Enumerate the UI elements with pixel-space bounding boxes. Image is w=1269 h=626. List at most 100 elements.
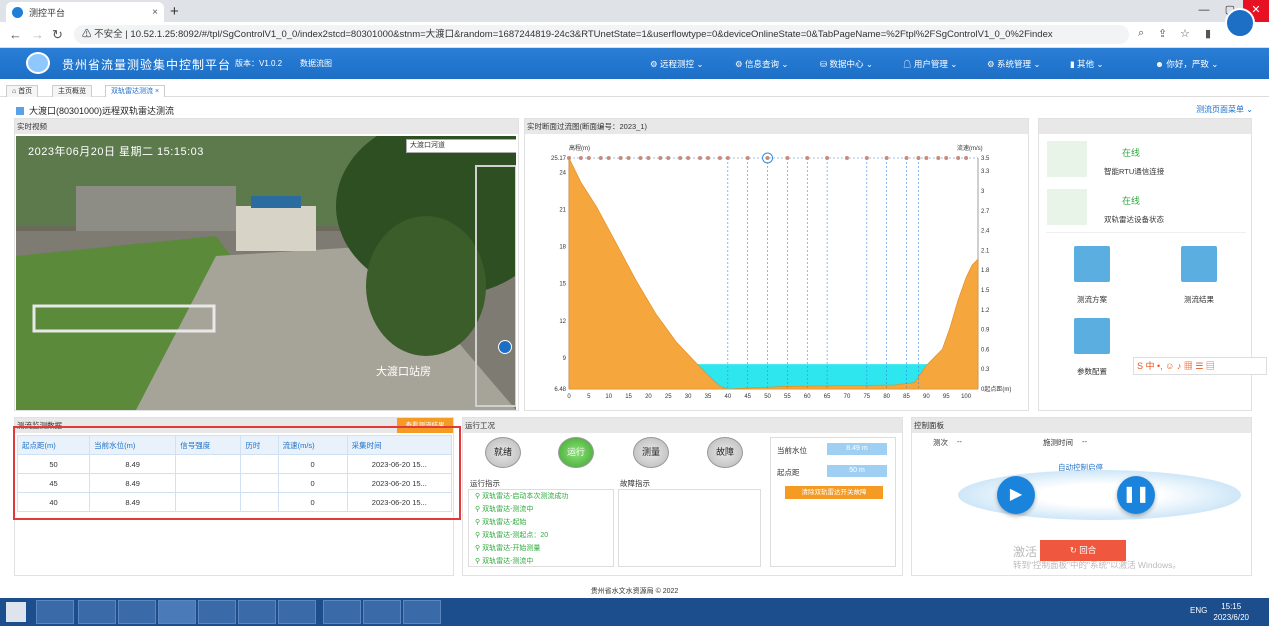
measure-info-box bbox=[770, 437, 896, 567]
velocity-point bbox=[646, 156, 651, 160]
tab-dual-radar[interactable]: 双轨雷达测流 × bbox=[105, 85, 166, 97]
taskbar-app-red[interactable] bbox=[323, 600, 361, 624]
y-tick-label: 12 bbox=[559, 319, 566, 325]
tab-overview[interactable]: 主页概览 bbox=[52, 85, 92, 97]
list-item: ⚲ 双轨雷达-启动本次测流成功 bbox=[475, 493, 569, 500]
velocity-point bbox=[936, 156, 941, 160]
taskbar-app-window1[interactable] bbox=[198, 600, 236, 624]
scheme-button-label[interactable]: 测流方案 bbox=[1062, 294, 1122, 305]
app-grid-icon[interactable] bbox=[1225, 8, 1255, 38]
y-tick-label: 9 bbox=[563, 356, 567, 362]
menu-user-management[interactable]: ☖ 用户管理 ⌄ bbox=[903, 58, 957, 70]
time-label: 施测时间 bbox=[1043, 438, 1073, 447]
state-measuring-button[interactable]: 测量 bbox=[633, 437, 669, 468]
url-text: 10.52.1.25:8092/#/tpl/SgControlV1_0_0/in… bbox=[130, 29, 1053, 40]
taskbar-app-photos[interactable] bbox=[278, 600, 316, 624]
taskbar-app-server[interactable] bbox=[36, 600, 74, 624]
taskbar-app-shield[interactable] bbox=[403, 600, 441, 624]
y2-tick-label: 3.3 bbox=[981, 169, 990, 175]
sidebar-icon[interactable]: ▮ bbox=[1205, 27, 1211, 40]
site-favicon-icon bbox=[12, 6, 23, 18]
list-item: ⚲ 双轨雷达-测流中 bbox=[475, 506, 534, 513]
page-title: 大渡口(80301000)远程双轨雷达测流 bbox=[16, 104, 174, 117]
result-button-label[interactable]: 测流结果 bbox=[1169, 294, 1229, 305]
section-chart-title: 实时断面过流图(断面编号：2023_1) bbox=[525, 119, 1028, 134]
ime-toolbar[interactable]: S 中 •, ☺ ♪ ▦ ☰ ▤ bbox=[1133, 357, 1267, 375]
bookmark-star-icon[interactable]: ☆ bbox=[1180, 27, 1190, 40]
menu-remote-control[interactable]: ⚙ 远程测控 ⌄ bbox=[650, 58, 703, 70]
y-tick-label: 6.48 bbox=[554, 387, 566, 393]
checklist-icon[interactable] bbox=[1181, 246, 1217, 282]
state-ready-button[interactable]: 就绪 bbox=[485, 437, 521, 468]
right-axis-label: 流速(m/s) bbox=[957, 144, 983, 152]
control-panel-title: 控制面板 bbox=[912, 418, 1251, 433]
reload-icon[interactable]: ↻ bbox=[52, 27, 63, 43]
highlight-box bbox=[13, 426, 461, 520]
x-tick-label: 5 bbox=[587, 394, 591, 400]
menu-data-center[interactable]: ⛁ 数据中心 ⌄ bbox=[820, 58, 873, 70]
minimize-icon[interactable]: — bbox=[1191, 0, 1217, 22]
page-footer: 贵州省水文水资源局 © 2022 bbox=[590, 588, 679, 595]
switch-page-link[interactable]: 测流页面菜单 ⌄ bbox=[1196, 104, 1253, 115]
start-icon[interactable] bbox=[6, 602, 26, 622]
count-value: -- bbox=[957, 437, 962, 446]
video-feed[interactable]: 大渡口河道⌄ 2023年06月20日 星期二 15:15:03 大渡口站房 bbox=[16, 136, 516, 410]
share-icon[interactable]: ⇪ bbox=[1158, 27, 1167, 40]
layers-icon[interactable] bbox=[1074, 246, 1110, 282]
user-greeting[interactable]: ☻ 你好，严致 ⌄ bbox=[1155, 58, 1218, 70]
taskbar-clock[interactable]: 15:15 2023/6/20 bbox=[1213, 601, 1249, 623]
x-tick-label: 15 bbox=[625, 394, 632, 400]
video-control-icon[interactable] bbox=[498, 340, 512, 354]
language-indicator[interactable]: ENG bbox=[1190, 606, 1207, 615]
video-channel-select[interactable]: 大渡口河道⌄ bbox=[406, 139, 516, 153]
taskbar-app-chrome[interactable] bbox=[158, 600, 196, 624]
count-label: 测次 bbox=[933, 438, 948, 447]
tab-home[interactable]: ⌂ 首页 bbox=[6, 85, 39, 97]
clear-fault-button[interactable]: 清除双轨雷达开关故障 bbox=[785, 486, 883, 499]
browser-tab[interactable]: 测控平台 × bbox=[6, 2, 164, 22]
menu-other[interactable]: ▮ 其他 ⌄ bbox=[1070, 58, 1104, 70]
return-button[interactable]: ↻ 回合 bbox=[1040, 540, 1126, 561]
run-panel-title: 运行工况 bbox=[463, 418, 902, 433]
velocity-point bbox=[678, 156, 683, 160]
list-item: ⚲ 双轨雷达-测起点：20 bbox=[475, 532, 549, 539]
velocity-point bbox=[825, 156, 830, 160]
x-tick-label: 30 bbox=[685, 394, 692, 400]
menu-info-query[interactable]: ⚙ 信息查询 ⌄ bbox=[735, 58, 788, 70]
velocity-point bbox=[686, 156, 691, 160]
url-field[interactable]: ⚠ 不安全 | 10.52.1.25:8092/#/tpl/SgControlV… bbox=[74, 25, 1129, 44]
water-level-label: 当前水位 bbox=[777, 446, 807, 455]
close-tab-icon[interactable]: × bbox=[152, 7, 158, 18]
x-tick-label: 10 bbox=[605, 394, 612, 400]
state-running-button[interactable]: 运行 bbox=[558, 437, 594, 468]
velocity-point bbox=[765, 156, 770, 160]
back-icon[interactable]: ← bbox=[9, 27, 22, 42]
y2-tick-label: 1.2 bbox=[981, 308, 990, 314]
taskbar-app-window2[interactable] bbox=[238, 600, 276, 624]
x-tick-label: 80 bbox=[883, 394, 890, 400]
time-value: -- bbox=[1082, 437, 1087, 446]
taskbar-app-explorer[interactable] bbox=[118, 600, 156, 624]
play-icon[interactable]: ▶ bbox=[997, 476, 1035, 514]
state-fault-button[interactable]: 故障 bbox=[707, 437, 743, 468]
browser-tab-title: 测控平台 bbox=[29, 7, 66, 18]
velocity-point bbox=[725, 156, 730, 160]
velocity-point bbox=[618, 156, 623, 160]
config-button-label[interactable]: 参数配置 bbox=[1062, 366, 1122, 377]
new-tab-button[interactable]: + bbox=[170, 3, 179, 20]
clock-time: 15:15 bbox=[1221, 602, 1242, 611]
address-bar-row: ← → ↻ ⚠ 不安全 | 10.52.1.25:8092/#/tpl/SgCo… bbox=[0, 8, 1269, 48]
taskbar-app-network[interactable] bbox=[363, 600, 401, 624]
forward-icon[interactable]: → bbox=[31, 27, 44, 42]
flow-chart-link[interactable]: 数据流图 bbox=[300, 58, 332, 69]
fault-log-list bbox=[618, 489, 761, 567]
taskbar-app-powershell[interactable] bbox=[78, 600, 116, 624]
velocity-point bbox=[844, 156, 849, 160]
zoom-search-icon[interactable]: ⌕ bbox=[1138, 27, 1144, 40]
config-icon[interactable] bbox=[1074, 318, 1110, 354]
velocity-point bbox=[606, 156, 611, 160]
station-icon bbox=[16, 107, 24, 115]
pause-icon[interactable]: ❚❚ bbox=[1117, 476, 1155, 514]
menu-system-management[interactable]: ⚙ 系统管理 ⌄ bbox=[987, 58, 1040, 70]
video-panel-title: 实时视频 bbox=[15, 119, 518, 134]
